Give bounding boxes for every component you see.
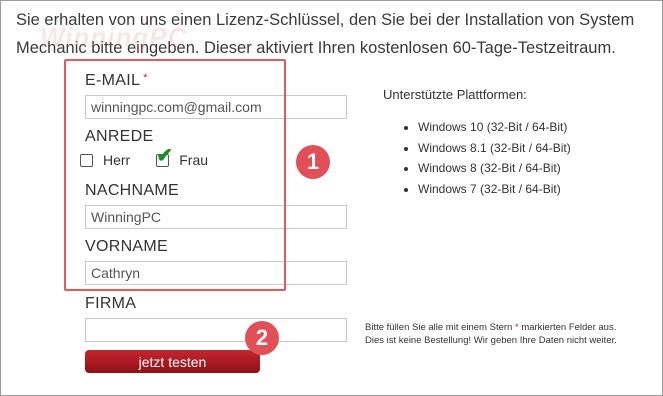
annotation-badge-1: 1: [296, 145, 330, 179]
note-text-after: markierten Felder aus.: [521, 322, 617, 333]
platform-item: Windows 8.1 (32-Bit / 64-Bit): [418, 138, 571, 159]
platform-item: Windows 10 (32-Bit / 64-Bit): [418, 117, 571, 138]
note-text-before: Bitte füllen Sie alle mit einem Stern: [365, 322, 513, 333]
watermark-logo: WinningPC: [40, 22, 188, 52]
note-star: *: [514, 322, 519, 333]
highlight-box: [64, 59, 286, 291]
platform-item: Windows 7 (32-Bit / 64-Bit): [418, 179, 571, 200]
annotation-badge-2: 2: [245, 321, 279, 355]
platforms-title: Unterstützte Plattformen:: [383, 87, 527, 102]
platform-list: Windows 10 (32-Bit / 64-Bit) Windows 8.1…: [400, 117, 571, 199]
note-line2: Dies ist keine Bestellung! Wir geben Ihr…: [365, 335, 617, 346]
platform-item: Windows 8 (32-Bit / 64-Bit): [418, 158, 571, 179]
firma-field[interactable]: [85, 318, 347, 342]
required-fields-note: Bitte füllen Sie alle mit einem Stern * …: [365, 321, 663, 347]
submit-button[interactable]: jetzt testen: [85, 350, 260, 373]
firma-label: FIRMA: [85, 295, 137, 312]
